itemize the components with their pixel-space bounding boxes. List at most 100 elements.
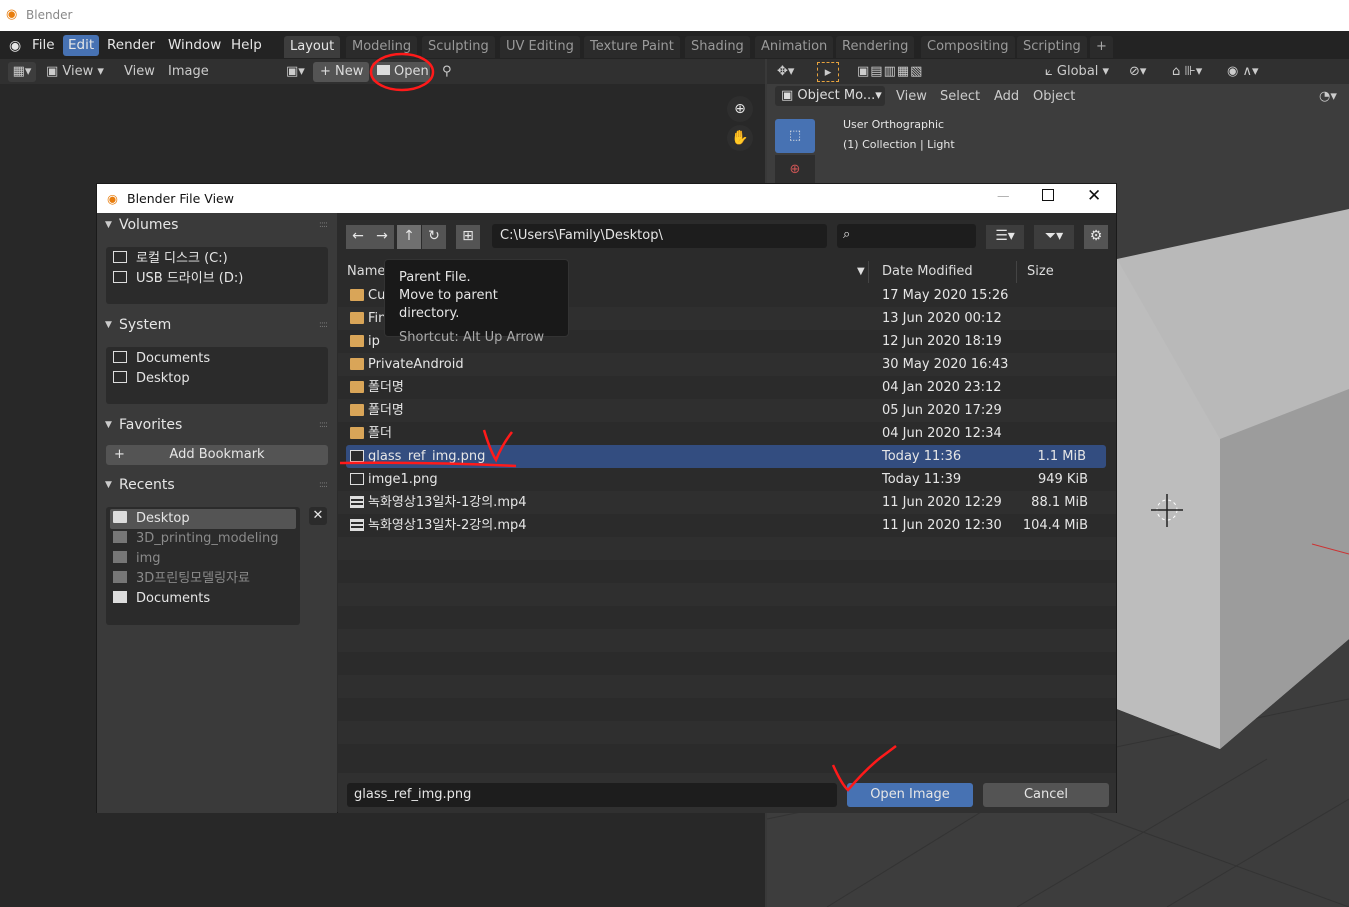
recent-item-desktop[interactable]: Desktop	[110, 509, 296, 529]
vp-menu-add[interactable]: Add	[994, 87, 1019, 107]
menu-window[interactable]: Window	[163, 35, 226, 56]
pan-hand-icon[interactable]: ✋	[727, 125, 753, 151]
list-view-icon: ☰	[995, 228, 1008, 244]
parent-directory-icon[interactable]: ↑	[397, 225, 421, 249]
vp-menu-select[interactable]: Select	[940, 87, 980, 107]
zoom-icon[interactable]: ⊕	[727, 96, 753, 122]
pin-icon[interactable]: ⚲	[442, 62, 452, 82]
new-image-button[interactable]: + New	[313, 62, 369, 82]
folder-icon	[377, 65, 390, 75]
video-file-icon	[350, 496, 364, 508]
tab-modeling[interactable]: Modeling	[346, 36, 418, 58]
tab-animation[interactable]: Animation	[755, 36, 834, 58]
tab-shading[interactable]: Shading	[685, 36, 750, 58]
vp-menu-object[interactable]: Object	[1033, 87, 1075, 107]
tab-scripting[interactable]: Scripting	[1017, 36, 1087, 58]
volumes-panel-header[interactable]: ▼ Volumes::::	[97, 213, 337, 237]
dialog-sidebar: ▼ Volumes:::: 로컬 디스크 (C:) USB 드라이브 (D:) ▼…	[97, 213, 337, 813]
filename-input[interactable]: glass_ref_img.png	[347, 783, 837, 807]
cursor-tool-icon[interactable]: ⊕	[775, 155, 815, 185]
menu-image[interactable]: Image	[168, 62, 209, 82]
new-folder-icon[interactable]: ⊞	[456, 225, 480, 249]
mode-dropdown[interactable]: ▣ Object Mo...▾	[775, 86, 885, 106]
recent-item[interactable]: 3D_printing_modeling	[113, 529, 279, 549]
list-item[interactable]: 폴더명 05 Jun 2020 17:29	[338, 399, 1116, 422]
visibility-icon[interactable]: ◔▾	[1319, 87, 1337, 107]
column-date[interactable]: Date Modified	[882, 261, 973, 283]
close-icon[interactable]: ✕	[1087, 186, 1101, 206]
tab-texture-paint[interactable]: Texture Paint	[584, 36, 680, 58]
tab-rendering[interactable]: Rendering	[836, 36, 915, 58]
sort-chevron-icon[interactable]: ▼	[857, 261, 865, 283]
menu-render[interactable]: Render	[102, 35, 160, 56]
system-panel-header[interactable]: ▼ System::::	[97, 313, 337, 337]
display-mode-dropdown[interactable]: ☰▾	[986, 225, 1024, 249]
tab-uv-editing[interactable]: UV Editing	[500, 36, 580, 58]
transform-orientation-dropdown[interactable]: ⟀ Global ▾	[1045, 62, 1109, 82]
list-item-selected[interactable]: glass_ref_img.png Today 11:36 1.1 MiB	[346, 445, 1106, 468]
tab-sculpting[interactable]: Sculpting	[422, 36, 495, 58]
view-mode-dropdown[interactable]: ▣ View ▾	[46, 62, 104, 82]
empty-row	[338, 629, 1116, 652]
menu-view[interactable]: View	[124, 62, 155, 82]
menu-help[interactable]: Help	[226, 35, 267, 56]
list-item[interactable]: 녹화영상13일차-1강의.mp4 11 Jun 2020 12:29 88.1 Mi…	[338, 491, 1116, 514]
refresh-icon[interactable]: ↻	[422, 225, 446, 249]
search-input[interactable]: ⌕	[837, 224, 976, 248]
folder-icon	[350, 427, 364, 439]
image-browse-icon[interactable]: ▣▾	[286, 62, 305, 82]
maximize-icon[interactable]	[1042, 189, 1054, 201]
recent-item[interactable]: Documents	[113, 589, 210, 609]
recents-panel-header[interactable]: ▼ Recents::::	[97, 473, 337, 497]
folder-icon	[113, 511, 127, 523]
list-item[interactable]: 폴더 04 Jun 2020 12:34	[338, 422, 1116, 445]
add-bookmark-button[interactable]: + Add Bookmark	[106, 445, 328, 465]
drive-icon	[113, 251, 127, 263]
minimize-icon[interactable]: —	[997, 188, 1010, 203]
volume-item-c[interactable]: 로컬 디스크 (C:)	[113, 249, 228, 269]
volume-item-d[interactable]: USB 드라이브 (D:)	[113, 269, 243, 289]
favorites-panel-header[interactable]: ▼ Favorites::::	[97, 413, 337, 437]
select-mode-set-icon[interactable]: ▣▤▥▦▧	[857, 62, 923, 82]
column-name[interactable]: Name	[347, 261, 385, 283]
viewport-overlay-line2: (1) Collection | Light	[843, 138, 955, 151]
open-image-confirm-button[interactable]: Open Image	[847, 783, 973, 807]
list-item[interactable]: 폴더명 04 Jan 2020 23:12	[338, 376, 1116, 399]
image-editor-header: ▦▾ ▣ View ▾ View Image ▣▾ + New Open ⚲	[0, 59, 765, 84]
snap-icon[interactable]: ⌂ ⊪▾	[1172, 62, 1202, 82]
system-item-documents[interactable]: Documents	[113, 349, 210, 369]
open-image-button[interactable]: Open	[372, 62, 430, 82]
list-item[interactable]: imge1.png Today 11:39 949 KiB	[338, 468, 1116, 491]
blender-menu-icon[interactable]: ◉	[4, 36, 26, 57]
column-size[interactable]: Size	[1027, 261, 1054, 283]
settings-gear-icon[interactable]: ⚙	[1084, 225, 1108, 249]
menu-file[interactable]: File	[27, 35, 60, 56]
cancel-button[interactable]: Cancel	[983, 783, 1109, 807]
file-date: 11 Jun 2020 12:30	[882, 518, 1002, 533]
clear-recents-icon[interactable]: ✕	[309, 507, 327, 525]
proportional-edit-icon[interactable]: ◉ ∧▾	[1227, 62, 1259, 82]
add-workspace-button[interactable]: +	[1090, 36, 1113, 58]
select-box-tool-icon[interactable]: ⬚	[775, 119, 815, 153]
file-date: 13 Jun 2020 00:12	[882, 311, 1002, 326]
system-item-desktop[interactable]: Desktop	[113, 369, 190, 389]
recent-item[interactable]: img	[113, 549, 161, 569]
menu-edit[interactable]: Edit	[63, 35, 100, 56]
recent-item[interactable]: 3D프린팅모델링자료	[113, 569, 250, 589]
blender-logo-icon: ◉	[6, 7, 18, 22]
dialog-blender-icon: ◉	[107, 191, 118, 206]
filter-dropdown[interactable]: ⏷▾	[1034, 225, 1074, 249]
select-mode-icon[interactable]: ▸	[817, 62, 839, 82]
list-item[interactable]: 녹화영상13일차-2강의.mp4 11 Jun 2020 12:30 104.4 M…	[338, 514, 1116, 537]
list-item[interactable]: PrivateAndroid 30 May 2020 16:43	[338, 353, 1116, 376]
viewport-editor-type-icon[interactable]: ✥▾	[777, 62, 794, 82]
editor-type-icon[interactable]: ▦▾	[8, 62, 36, 82]
vp-menu-view[interactable]: View	[896, 87, 927, 107]
back-arrow-icon[interactable]: ←	[346, 225, 370, 249]
forward-arrow-icon[interactable]: →	[370, 225, 394, 249]
tab-layout[interactable]: Layout	[284, 36, 341, 58]
tab-compositing[interactable]: Compositing	[921, 36, 1015, 58]
pivot-icon[interactable]: ⊘▾	[1129, 62, 1146, 82]
empty-row	[338, 537, 1116, 560]
directory-path-input[interactable]: C:\Users\Family\Desktop\	[492, 224, 827, 248]
